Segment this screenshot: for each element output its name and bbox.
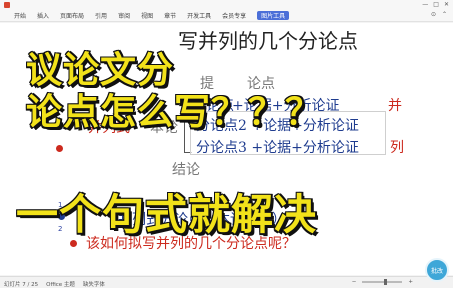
document-tab[interactable]: [4, 1, 13, 9]
zoom-control: − +: [352, 279, 413, 285]
zoom-slider-thumb[interactable]: [384, 279, 388, 285]
menu-layout[interactable]: 页面布局: [60, 11, 84, 20]
row1-and: 并: [388, 98, 402, 114]
slide-title: 写并列的几个分论点: [178, 29, 358, 53]
minimize-icon[interactable]: —: [422, 1, 428, 8]
menu-dev-tools[interactable]: 开发工具: [187, 11, 211, 20]
maximize-icon[interactable]: □: [433, 1, 439, 8]
zoom-in-icon[interactable]: +: [408, 279, 413, 285]
menu-review[interactable]: 审阅: [118, 11, 130, 20]
slide-canvas[interactable]: 写并列的几个分论点 提 论点 分论点 +论据+分析论证 并 并列式 本论 分论点…: [0, 23, 453, 275]
menu-view[interactable]: 视图: [141, 11, 153, 20]
help-icon[interactable]: ⊙: [431, 11, 436, 18]
tab-picture-tools[interactable]: 图片工具: [257, 11, 290, 20]
app-logo-icon: [4, 2, 10, 8]
floating-assistant-button[interactable]: 批改: [425, 258, 449, 282]
menu-section[interactable]: 章节: [164, 11, 176, 20]
menu-member[interactable]: 会员专享: [222, 11, 246, 20]
status-left: 幻灯片 7 / 25 Office 主题 缺失字体: [4, 280, 105, 288]
zoom-slider[interactable]: [362, 279, 403, 285]
ribbon-right-tools: ⊙ ⌃: [431, 11, 447, 18]
ribbon-menu: 开始 插入 页面布局 引用 审阅 视图 章节 开发工具 会员专享 图片工具: [14, 11, 290, 20]
zoom-out-icon[interactable]: −: [352, 279, 357, 285]
menu-home[interactable]: 开始: [14, 11, 26, 20]
menu-reference[interactable]: 引用: [95, 11, 107, 20]
ribbon-toolbar: 开始 插入 页面布局 引用 审阅 视图 章节 开发工具 会员专享 图片工具 ⊙ …: [0, 10, 453, 22]
row3-box-text: 分论点3 +论据+分析论证: [196, 140, 359, 156]
close-icon[interactable]: ✕: [444, 1, 449, 8]
row3-tail: 列: [390, 140, 404, 156]
presentation-app: — □ ✕ 开始 插入 页面布局 引用 审阅 视图 章节 开发工具 会员专享 图…: [0, 0, 453, 288]
bullet-dot: [56, 145, 63, 152]
collapse-ribbon-icon[interactable]: ⌃: [442, 11, 447, 18]
status-bar: 幻灯片 7 / 25 Office 主题 缺失字体 − +: [0, 276, 453, 288]
row4-fragment: 结论: [172, 162, 200, 178]
title-bar: — □ ✕: [0, 0, 453, 10]
theme-name: Office 主题: [46, 282, 75, 288]
window-controls: — □ ✕: [422, 1, 449, 8]
overlay-title-line-3: 一个句式就解决: [15, 189, 318, 240]
missing-fonts[interactable]: 缺失字体: [83, 280, 105, 288]
menu-insert[interactable]: 插入: [37, 11, 49, 20]
slide-counter: 幻灯片 7 / 25: [4, 282, 39, 288]
overlay-title-line-2: 论点怎么写？？？: [25, 91, 323, 134]
